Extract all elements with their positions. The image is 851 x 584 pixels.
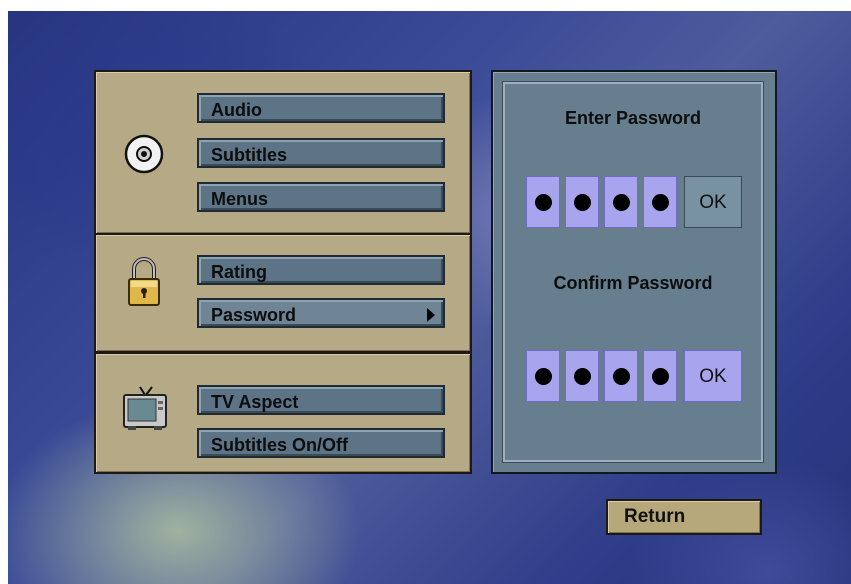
confirm-ok-button[interactable]: OK	[684, 350, 742, 402]
masked-digit-dot	[574, 368, 591, 385]
audio-button[interactable]: Audio	[197, 93, 445, 123]
subtitles-on-off-button[interactable]: Subtitles On/Off	[197, 428, 445, 458]
return-button[interactable]: Return	[606, 499, 762, 535]
enter-ok-button[interactable]: OK	[684, 176, 742, 228]
tv-icon	[123, 386, 167, 430]
masked-digit-dot	[613, 194, 630, 211]
menus-button[interactable]: Menus	[197, 182, 445, 212]
submenu-arrow-icon	[427, 308, 435, 322]
rating-button[interactable]: Rating	[197, 255, 445, 285]
confirm-digit-2[interactable]	[565, 350, 599, 402]
confirm-digit-1[interactable]	[526, 350, 560, 402]
tv-aspect-button[interactable]: TV Aspect	[197, 385, 445, 415]
masked-digit-dot	[652, 368, 669, 385]
parental-settings-panel: Rating Password	[94, 233, 472, 353]
masked-digit-dot	[613, 368, 630, 385]
confirm-password-title: Confirm Password	[553, 273, 713, 293]
display-settings-panel: TV Aspect Subtitles On/Off	[94, 352, 472, 474]
enter-digit-1[interactable]	[526, 176, 560, 228]
masked-digit-dot	[652, 194, 669, 211]
confirm-digit-4[interactable]	[643, 350, 677, 402]
padlock-icon	[128, 257, 160, 306]
password-panel: Enter Password OK Confirm Password OK	[491, 70, 777, 474]
masked-digit-dot	[535, 368, 552, 385]
password-button[interactable]: Password	[197, 298, 445, 328]
disc-icon	[124, 134, 164, 174]
password-button-label: Password	[211, 305, 297, 325]
dvd-setup-screen: Audio Subtitles Menus Rating Password TV…	[8, 11, 851, 584]
enter-digit-4[interactable]	[643, 176, 677, 228]
masked-digit-dot	[574, 194, 591, 211]
enter-digit-2[interactable]	[565, 176, 599, 228]
masked-digit-dot	[535, 194, 552, 211]
enter-password-title: Enter Password	[564, 108, 702, 128]
subtitles-button[interactable]: Subtitles	[197, 138, 445, 168]
disc-settings-panel: Audio Subtitles Menus	[94, 70, 472, 235]
enter-digit-3[interactable]	[604, 176, 638, 228]
confirm-digit-3[interactable]	[604, 350, 638, 402]
password-panel-inner: Enter Password OK Confirm Password OK	[503, 82, 763, 462]
